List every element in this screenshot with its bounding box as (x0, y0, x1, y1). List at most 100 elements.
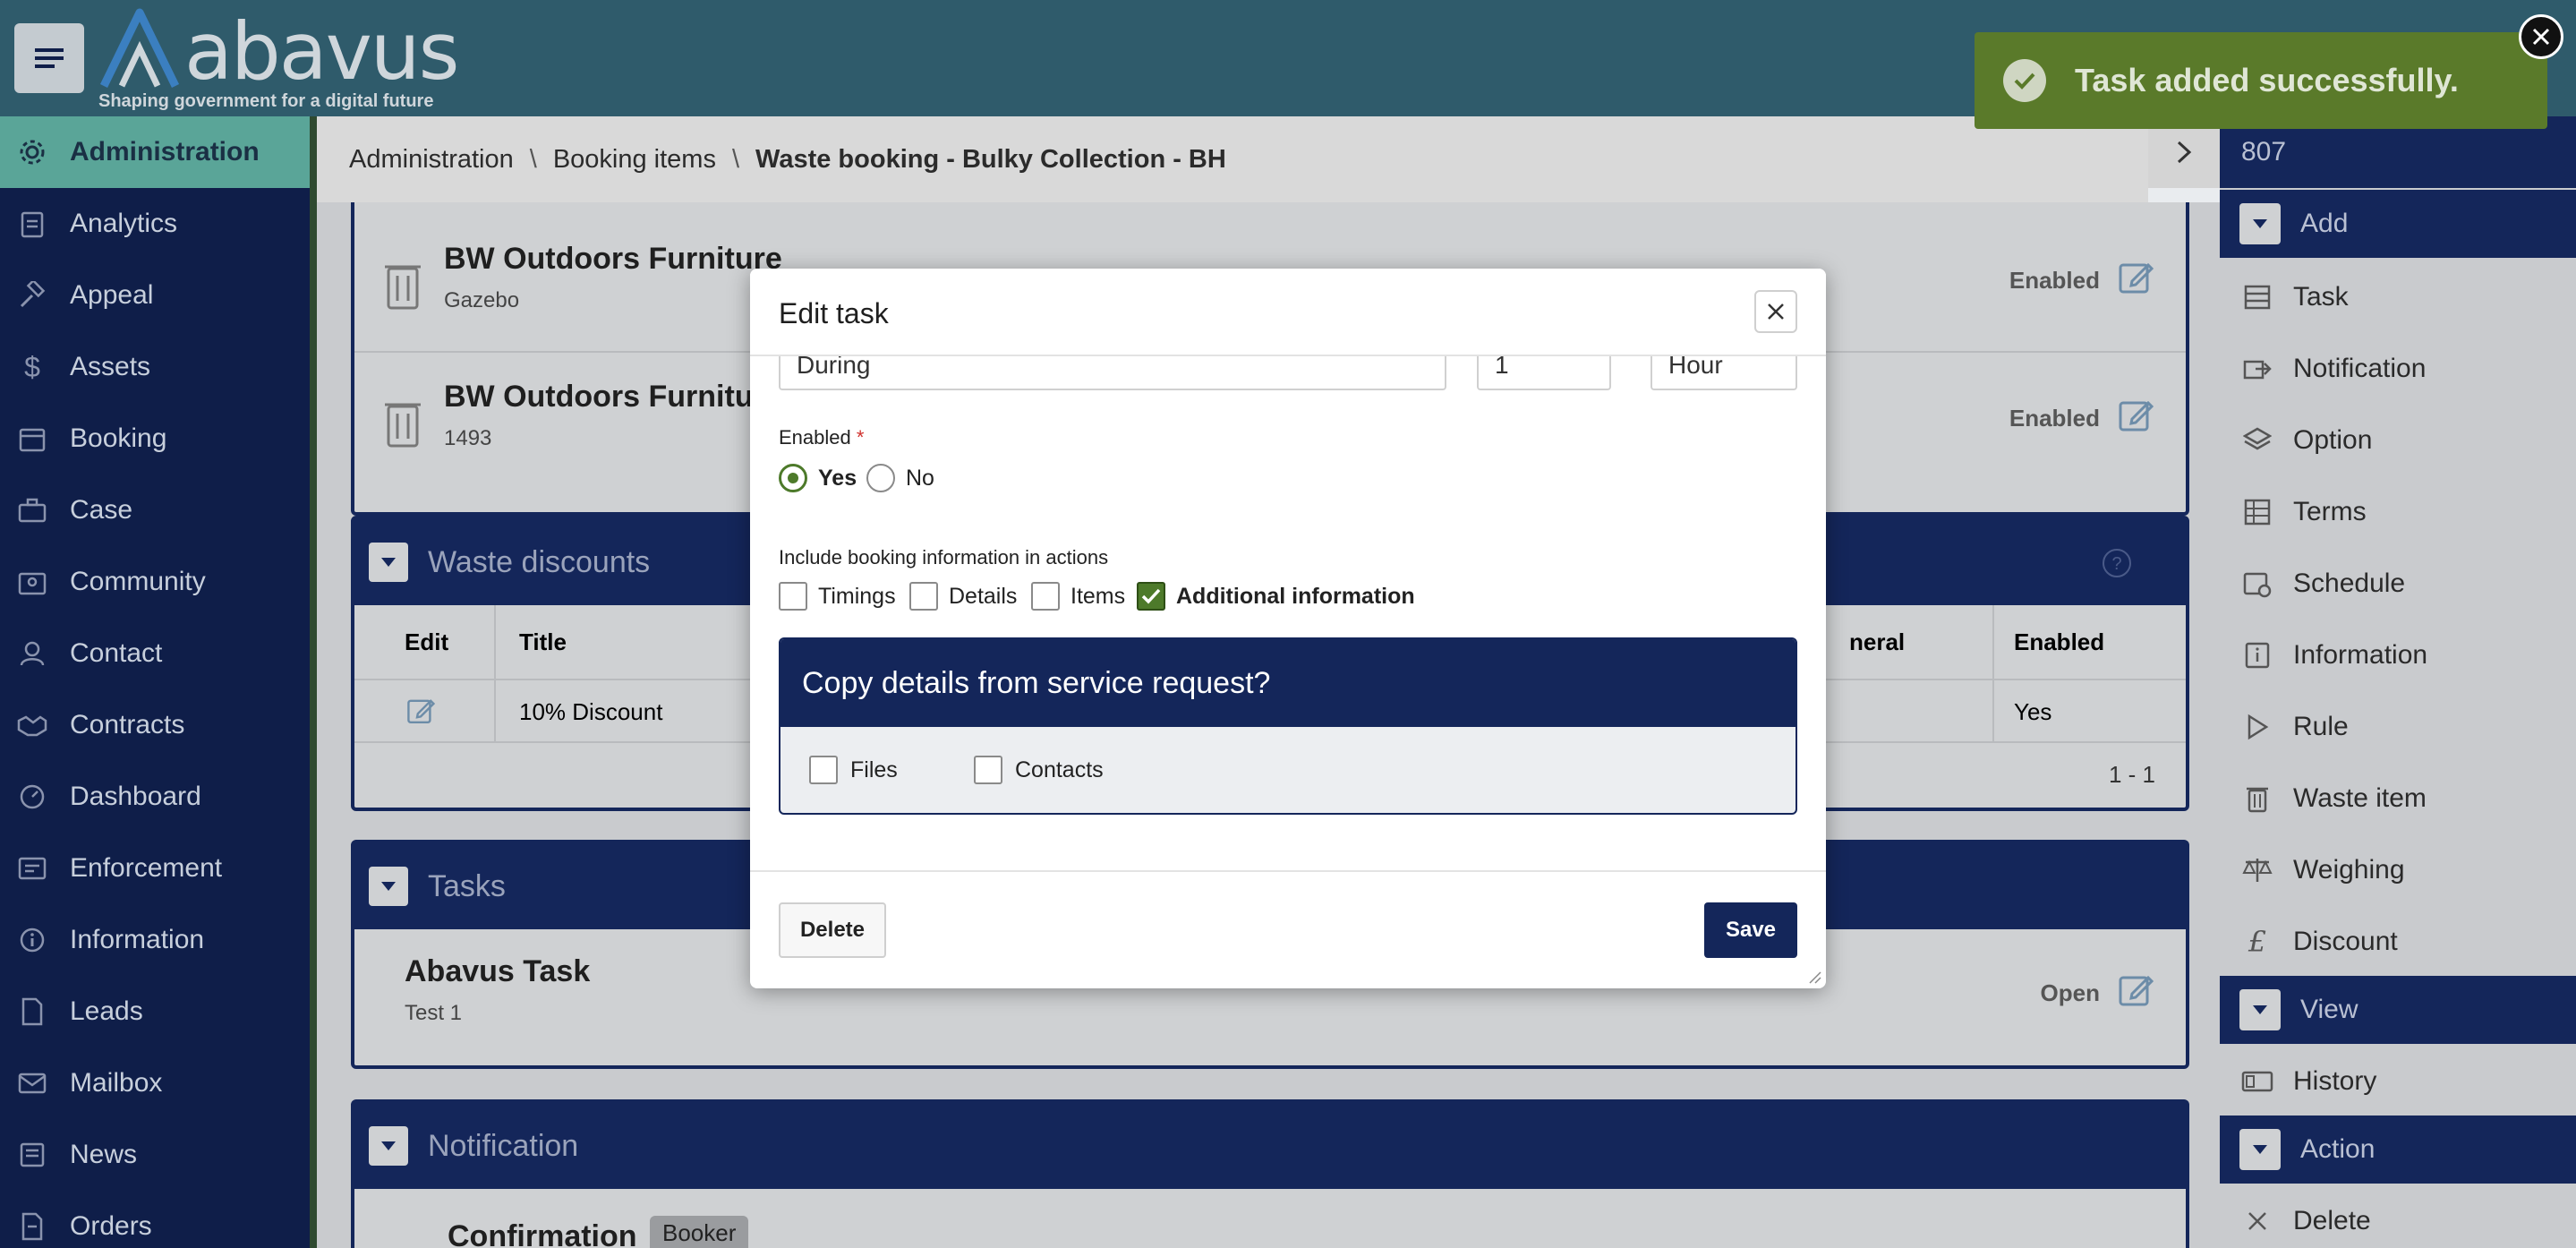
section-header-view[interactable]: View (2220, 976, 2576, 1044)
abavus-logo[interactable]: abavus Shaping government for a digital … (97, 5, 459, 111)
edit-task-dialog: During 1 Hour Edit task Enabled * Yes No… (750, 269, 1826, 988)
breadcrumb-link[interactable]: Booking items (553, 145, 716, 175)
action-add-discount[interactable]: £ Discount (2220, 906, 2576, 978)
copy-details-section: Copy details from service request? Files… (779, 637, 1797, 815)
details-checkbox[interactable] (909, 582, 938, 611)
section-title: Action (2300, 1134, 2376, 1164)
action-label: Delete (2293, 1206, 2371, 1235)
sidebar-item-analytics[interactable]: Analytics (0, 188, 310, 260)
action-add-notification[interactable]: Notification (2220, 333, 2576, 405)
sidebar-item-contact[interactable]: Contact (0, 618, 310, 689)
chevron-right-icon (2177, 141, 2192, 164)
sidebar-item-information[interactable]: Information (0, 904, 310, 976)
edit-icon[interactable] (2118, 260, 2154, 295)
resize-handle-icon[interactable] (1806, 969, 1822, 985)
timings-checkbox[interactable] (779, 582, 807, 611)
breadcrumb-link[interactable]: Administration (349, 145, 514, 175)
badge: Booker (650, 1216, 749, 1248)
x-icon (2241, 1205, 2273, 1237)
include-info-label: Include booking information in actions (779, 546, 1109, 568)
sidebar-item-contracts[interactable]: Contracts (0, 689, 310, 761)
sidebar-item-enforcement[interactable]: Enforcement (0, 833, 310, 904)
item-title: BW Outdoors Furniture (444, 380, 782, 414)
action-label: Notification (2293, 354, 2427, 383)
scale-icon (2241, 854, 2273, 886)
edit-icon[interactable] (406, 697, 435, 725)
sidebar-item-news[interactable]: News (0, 1119, 310, 1191)
item-subtitle: Gazebo (444, 288, 520, 312)
action-add-rule[interactable]: Rule (2220, 691, 2576, 763)
help-icon[interactable]: ? (2102, 548, 2132, 578)
column-header: neral (1849, 628, 1906, 655)
chevron-down-icon[interactable] (2239, 989, 2281, 1030)
save-button[interactable]: Save (1704, 902, 1797, 958)
breadcrumb: Administration \ Booking items \ Waste b… (317, 116, 2148, 202)
gear-icon (16, 136, 48, 168)
items-checkbox[interactable] (1031, 582, 1060, 611)
section-header-action[interactable]: Action (2220, 1116, 2576, 1184)
delete-button[interactable]: Delete (779, 902, 886, 958)
action-add-information[interactable]: Information (2220, 620, 2576, 691)
person-icon (16, 637, 48, 670)
sidebar-item-mailbox[interactable]: Mailbox (0, 1047, 310, 1119)
clipboard-icon (16, 208, 48, 240)
action-label: Terms (2293, 497, 2367, 526)
action-add-waste-item[interactable]: Waste item (2220, 763, 2576, 834)
sidebar-item-orders[interactable]: Orders (0, 1191, 310, 1248)
action-label: Rule (2293, 712, 2349, 741)
sidebar-item-label: Analytics (70, 209, 178, 238)
action-add-task[interactable]: Task (2220, 261, 2576, 333)
chevron-down-icon[interactable] (369, 543, 408, 582)
action-view-history[interactable]: History (2220, 1046, 2576, 1117)
info-icon (2241, 639, 2273, 671)
edit-icon[interactable] (2118, 972, 2154, 1008)
files-checkbox[interactable] (809, 756, 838, 784)
action-add-terms[interactable]: Terms (2220, 476, 2576, 548)
action-add-schedule[interactable]: Schedule (2220, 548, 2576, 620)
close-icon (2532, 28, 2550, 46)
table-cell: Yes (2014, 698, 2052, 725)
sidebar-item-leads[interactable]: Leads (0, 976, 310, 1047)
sidebar-item-label: Enforcement (70, 853, 223, 883)
enabled-yes-radio[interactable] (779, 464, 807, 492)
action-delete[interactable]: Delete (2220, 1185, 2576, 1248)
chevron-down-icon[interactable] (369, 867, 408, 906)
sidebar-item-case[interactable]: Case (0, 474, 310, 546)
toast-message: Task added successfully. (2075, 62, 2459, 98)
enabled-no-radio[interactable] (866, 464, 895, 492)
chevron-down-icon[interactable] (2239, 1129, 2281, 1170)
additional-information-checkbox[interactable] (1137, 582, 1165, 611)
chevron-down-icon[interactable] (369, 1126, 408, 1166)
hamburger-icon (35, 48, 64, 68)
sidebar-item-label: Administration (70, 137, 260, 167)
action-label: Schedule (2293, 568, 2406, 598)
trash-icon[interactable] (381, 396, 424, 449)
sidebar-item-booking[interactable]: Booking (0, 403, 310, 474)
sidebar-item-community[interactable]: Community (0, 546, 310, 618)
svg-text:?: ? (2111, 554, 2121, 574)
task-icon (2241, 281, 2273, 313)
mail-icon (16, 1067, 48, 1099)
sidebar-item-dashboard[interactable]: Dashboard (0, 761, 310, 833)
panel-header[interactable]: Notification (354, 1103, 2186, 1189)
trash-icon[interactable] (381, 258, 424, 312)
sidebar-item-label: Booking (70, 423, 167, 453)
dialog-close-button[interactable] (1754, 290, 1797, 333)
checkbox-label: Contacts (1015, 757, 1104, 782)
sidebar-item-administration[interactable]: Administration (0, 116, 310, 188)
action-label: Option (2293, 425, 2373, 455)
sidebar-item-assets[interactable]: $ Assets (0, 331, 310, 403)
chevron-down-icon[interactable] (2239, 203, 2281, 244)
section-header-add[interactable]: Add (2220, 190, 2576, 258)
action-add-weighing[interactable]: Weighing (2220, 834, 2576, 906)
status-label: Enabled (2009, 267, 2100, 294)
sidebar-item-appeal[interactable]: Appeal (0, 260, 310, 331)
menu-toggle-button[interactable] (14, 23, 84, 93)
action-add-option[interactable]: Option (2220, 405, 2576, 476)
edit-icon[interactable] (2118, 397, 2154, 433)
section-title: View (2300, 995, 2358, 1024)
checkbox-label: Items (1070, 584, 1126, 609)
contacts-checkbox[interactable] (974, 756, 1002, 784)
toast-close-button[interactable] (2519, 14, 2563, 59)
sidebar-item-label: Orders (70, 1211, 152, 1241)
